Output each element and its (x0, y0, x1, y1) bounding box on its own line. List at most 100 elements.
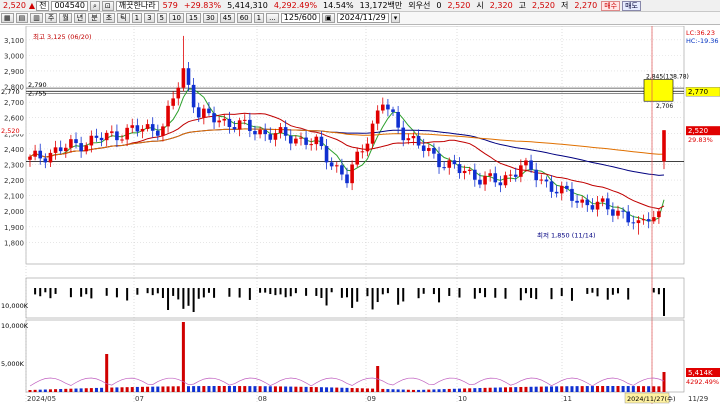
interval-10[interactable]: 10 (169, 13, 184, 23)
oscillator-bar (611, 288, 614, 295)
interval-1[interactable]: 1 (131, 13, 143, 23)
interval-custom[interactable]: 1 (253, 13, 265, 23)
lock-icon[interactable]: ⊡ (101, 0, 114, 11)
candle-body (120, 139, 124, 141)
interval-5[interactable]: 5 (156, 13, 167, 23)
oscillator-bar (44, 288, 47, 293)
oscillator-bar (115, 288, 118, 298)
volume-bar (187, 386, 190, 392)
volume-bar (197, 386, 201, 392)
oscillator-bar (105, 288, 108, 296)
volume-bar (488, 387, 492, 392)
volume-bar (54, 389, 58, 392)
oscillator-bar (294, 288, 297, 294)
candle-body (626, 211, 631, 223)
candle-body (401, 127, 406, 141)
stock-code-input[interactable]: 004540 (51, 0, 88, 11)
oscillator-bar (192, 288, 195, 313)
period-tick[interactable]: 틱 (117, 13, 130, 23)
sell-button[interactable]: 매도 (622, 0, 641, 11)
oscillator-bar (657, 288, 660, 295)
grid-icon[interactable]: ▤ (15, 13, 29, 23)
stock-name[interactable]: 깨끗한나라 (115, 0, 159, 11)
oscillator-bar (596, 288, 599, 297)
volume-bar (647, 386, 651, 392)
volume-bar (243, 386, 247, 392)
interval-30[interactable]: 30 (202, 13, 218, 23)
candle-body (621, 210, 625, 212)
candle-body (467, 169, 472, 171)
volume-bar (28, 390, 32, 392)
volume-bar (299, 386, 303, 392)
period-week[interactable]: 월 (59, 13, 72, 23)
interval-60[interactable]: 60 (236, 13, 252, 23)
oscillator-bar (376, 288, 379, 303)
search-icon[interactable]: ⌕ (89, 0, 100, 11)
candle-body (299, 137, 303, 139)
volume-bar (437, 389, 441, 392)
volume-bar (355, 388, 359, 392)
interval-45[interactable]: 45 (219, 13, 235, 23)
candle-body (181, 68, 186, 88)
candle-body (196, 107, 201, 118)
oscillator-bar (69, 288, 72, 298)
period-bar: ▦ ▤ ▥ 주 월 년 분 초 틱 1 3 5 10 15 30 45 60 1… (0, 12, 720, 25)
interval-more[interactable]: ... (266, 13, 279, 23)
volume-value: 5,414,310 (227, 1, 268, 10)
left-line-price: 2,770 (1, 88, 20, 96)
volume-bar (498, 387, 502, 392)
market-label[interactable]: 전 (36, 0, 50, 11)
left-line-price-2: 2,755 (28, 90, 47, 98)
volume-bar (38, 389, 42, 392)
volume-bar (284, 386, 288, 392)
chart-type-icon[interactable]: ▥ (30, 13, 43, 23)
period-second[interactable]: 초 (102, 13, 116, 23)
candle-body (309, 144, 314, 146)
candle-body (345, 174, 349, 184)
open-value: 2,320 (489, 1, 513, 10)
candle-body (273, 133, 278, 140)
stock-chart[interactable]: 1,8001,9002,0002,1002,2002,3002,4002,500… (0, 26, 720, 404)
candle-body (288, 135, 293, 144)
candle-body (130, 125, 135, 128)
date-field[interactable]: 2024/11/29 (336, 13, 389, 23)
interval-15[interactable]: 15 (185, 13, 201, 23)
volume-bar (631, 386, 635, 392)
period-day[interactable]: 주 (44, 13, 58, 23)
candle-body (314, 136, 319, 145)
oscillator-bar (279, 288, 282, 295)
oscillator-bar (213, 288, 216, 298)
candle-body (99, 137, 104, 141)
candle-body (110, 131, 114, 133)
candle-body (462, 170, 467, 174)
oscillator-bar (346, 288, 348, 298)
volume-bar (611, 386, 615, 392)
oscillator-bar (80, 288, 83, 297)
candle-body (94, 135, 99, 138)
volume-bar (33, 389, 37, 392)
buy-button[interactable]: 매수 (601, 0, 621, 11)
tool-icon[interactable]: ▦ (1, 13, 14, 23)
price-tick-label: 2,200 (4, 177, 24, 185)
volume-bar (427, 389, 431, 392)
oscillator-bar (397, 288, 400, 305)
calendar-icon[interactable]: ▣ (322, 13, 335, 23)
candle-body (636, 220, 641, 224)
right-current-price: 2,520 (688, 127, 708, 135)
volume-bar (493, 387, 497, 392)
right-volume-percent: 4292.49% (686, 378, 719, 386)
calendar-picker-icon[interactable]: ▾ (390, 13, 401, 23)
change-percent: +29.83% (183, 1, 222, 10)
period-month[interactable]: 년 (73, 13, 87, 23)
interval-3[interactable]: 3 (144, 13, 155, 23)
volume-bar (478, 388, 482, 392)
price-tick-label: 2,600 (4, 115, 24, 123)
volume-bar (314, 387, 318, 392)
candle-body (63, 147, 68, 152)
volume-bar (146, 386, 150, 392)
price-tick-label: 2,900 (4, 68, 24, 76)
volume-bar (585, 386, 589, 392)
period-minute[interactable]: 분 (88, 13, 101, 23)
oscillator-bar (484, 288, 487, 298)
count-field[interactable]: 125/600 (280, 13, 320, 23)
